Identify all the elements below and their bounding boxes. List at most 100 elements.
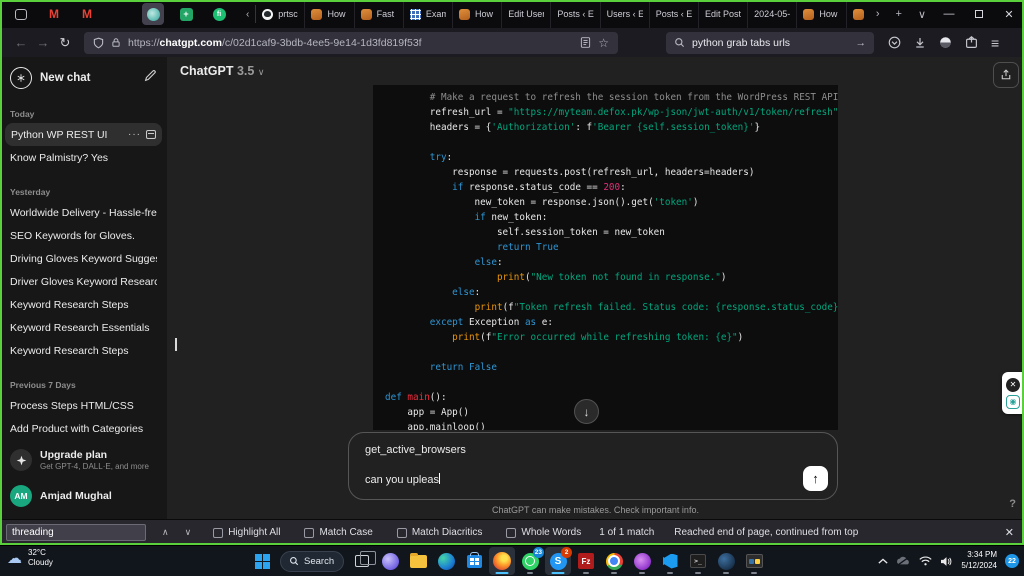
dbeaver-taskbar-button[interactable] <box>713 547 739 575</box>
tab-scroll-right-icon[interactable]: › <box>868 8 888 20</box>
copilot-taskbar-button[interactable] <box>377 547 403 575</box>
chat-history-item[interactable]: Process Steps HTML/CSS <box>0 394 167 417</box>
reader-view-icon[interactable] <box>580 37 591 48</box>
chat-history-item[interactable]: Worldwide Delivery - Hassle-free! <box>0 201 167 224</box>
firefox-taskbar-button[interactable] <box>489 547 515 575</box>
checkbox-icon[interactable] <box>506 528 516 538</box>
pinned-tab-archive[interactable] <box>10 3 32 25</box>
chat-history-item[interactable]: Know Palmistry? Yes <box>0 146 167 169</box>
find-option-whole-words[interactable]: Whole Words <box>506 527 581 538</box>
clock[interactable]: 3:34 PM 5/12/2024 <box>961 550 997 572</box>
chat-history-item[interactable]: Driver Gloves Keyword Research <box>0 270 167 293</box>
options-icon[interactable]: ··· <box>128 129 141 140</box>
reload-button[interactable]: ↻ <box>54 35 76 51</box>
start-button[interactable] <box>255 554 270 569</box>
python-window-taskbar-button[interactable] <box>741 547 767 575</box>
browser-tab[interactable]: How t <box>797 0 846 28</box>
new-tab-button[interactable]: + <box>888 8 910 20</box>
weather-widget[interactable]: ☁ 32°C Cloudy <box>7 548 53 569</box>
terminal-taskbar-button[interactable]: >_ <box>685 547 711 575</box>
chat-history-item[interactable]: SEO Keywords for Gloves. <box>0 224 167 247</box>
vscode-taskbar-button[interactable] <box>657 547 683 575</box>
store-taskbar-button[interactable] <box>461 547 487 575</box>
user-menu[interactable]: AM Amjad Mughal <box>10 481 157 511</box>
model-selector[interactable]: ChatGPT 3.5 ∨ <box>180 64 264 78</box>
shield-icon[interactable] <box>93 37 104 49</box>
search-query-text[interactable]: python grab tabs urls <box>692 37 790 49</box>
share-button[interactable] <box>993 62 1019 88</box>
new-chat-row[interactable]: New chat <box>0 57 167 91</box>
url-text[interactable]: https://chatgpt.com/c/02d1caf9-3bdb-4ee5… <box>128 37 422 49</box>
browser-tab[interactable]: 2024-05-1 <box>748 0 797 28</box>
whatsapp-taskbar-button[interactable]: 23 <box>517 547 543 575</box>
find-previous-icon[interactable]: ∧ <box>162 527 169 538</box>
chat-history-item[interactable]: Keyword Research Essentials <box>0 316 167 339</box>
taskbar-search[interactable]: Search <box>280 551 344 572</box>
checkbox-icon[interactable] <box>213 528 223 538</box>
widget-close-icon[interactable]: ✕ <box>1006 378 1020 392</box>
checkbox-icon[interactable] <box>397 528 407 538</box>
browser-tab[interactable]: Fast s <box>355 0 404 28</box>
filezilla-taskbar-button[interactable]: Fz <box>573 547 599 575</box>
browser-tab[interactable]: prtsc <box>256 0 305 28</box>
menu-icon[interactable]: ≡ <box>991 35 999 51</box>
bookmark-star-icon[interactable]: ☆ <box>598 36 609 50</box>
chrome-taskbar-button[interactable] <box>601 547 627 575</box>
chat-history-item[interactable]: Keyword Research Steps <box>0 293 167 316</box>
browser-tab[interactable]: Edit User A <box>502 0 551 28</box>
edge-taskbar-button[interactable] <box>433 547 459 575</box>
browser-tab[interactable]: Posts ‹ Em <box>551 0 600 28</box>
find-option-match-case[interactable]: Match Case <box>304 527 372 538</box>
scroll-to-bottom-button[interactable]: ↓ <box>574 399 599 424</box>
lock-icon[interactable] <box>111 37 121 48</box>
pinned-tab-binance[interactable] <box>109 3 131 25</box>
search-bar[interactable]: python grab tabs urls → <box>666 32 874 54</box>
pinned-tab-fiverr[interactable]: fi <box>208 3 230 25</box>
compose-icon[interactable] <box>144 69 157 87</box>
browser-tab[interactable]: Posts ‹ Em <box>650 0 699 28</box>
browser-tab[interactable]: Examp <box>404 0 453 28</box>
upgrade-plan-button[interactable]: Upgrade plan Get GPT-4, DALL·E, and more <box>10 443 157 477</box>
widget-record-icon[interactable]: ◉ <box>1006 395 1020 409</box>
pinned-tab-gmail[interactable]: M <box>76 3 98 25</box>
volume-icon[interactable] <box>940 556 953 567</box>
message-composer[interactable]: get_active_browsers can you upleas ↑ <box>348 432 838 500</box>
browser-tab[interactable]: Users ‹ Em <box>601 0 650 28</box>
browser-tab[interactable]: Edit Post <box>699 0 748 28</box>
send-button[interactable]: ↑ <box>803 466 828 491</box>
find-option-highlight-all[interactable]: Highlight All <box>213 527 280 538</box>
find-input[interactable]: threading <box>6 524 146 541</box>
extension-icon[interactable] <box>965 36 978 49</box>
wifi-icon[interactable] <box>919 556 932 566</box>
tray-chevron-up-icon[interactable] <box>878 558 888 565</box>
skype-taskbar-button[interactable]: S2 <box>545 547 571 575</box>
tab-scroll-left-icon[interactable]: ‹ <box>240 9 255 20</box>
tabs-menu-icon[interactable]: ∨ <box>910 8 934 21</box>
search-go-icon[interactable]: → <box>856 37 867 49</box>
browser-tab[interactable]: Get u <box>847 0 868 28</box>
onedrive-paused-icon[interactable] <box>896 556 911 566</box>
chat-history-item[interactable]: Driving Gloves Keyword Suggestion <box>0 247 167 270</box>
purple-app-taskbar-button[interactable] <box>629 547 655 575</box>
url-bar[interactable]: https://chatgpt.com/c/02d1caf9-3bdb-4ee5… <box>84 32 618 54</box>
checkbox-icon[interactable] <box>304 528 314 538</box>
pinned-tab-teal[interactable] <box>142 3 164 25</box>
close-button[interactable]: ✕ <box>994 0 1024 28</box>
find-next-icon[interactable]: ∨ <box>185 527 192 538</box>
chat-history-item[interactable]: Keyword Research Steps <box>0 339 167 362</box>
browser-tab[interactable]: How e <box>453 0 502 28</box>
pinned-tab-gmail[interactable]: M <box>43 3 65 25</box>
help-button[interactable]: ? <box>1009 498 1016 510</box>
archive-icon[interactable] <box>146 130 156 139</box>
find-close-icon[interactable]: ✕ <box>1005 526 1014 539</box>
find-option-match-diacritics[interactable]: Match Diacritics <box>397 527 483 538</box>
downloads-icon[interactable] <box>914 36 926 49</box>
maximize-button[interactable] <box>964 0 994 28</box>
pocket-icon[interactable] <box>888 36 901 49</box>
notification-badge[interactable]: 22 <box>1005 554 1019 568</box>
chat-history-item[interactable]: Python WP REST UI··· <box>5 123 162 146</box>
back-button[interactable]: ← <box>10 35 32 50</box>
browser-tab[interactable]: How t <box>305 0 354 28</box>
pinned-tab-sheets[interactable]: + <box>175 3 197 25</box>
explorer-taskbar-button[interactable] <box>405 547 431 575</box>
